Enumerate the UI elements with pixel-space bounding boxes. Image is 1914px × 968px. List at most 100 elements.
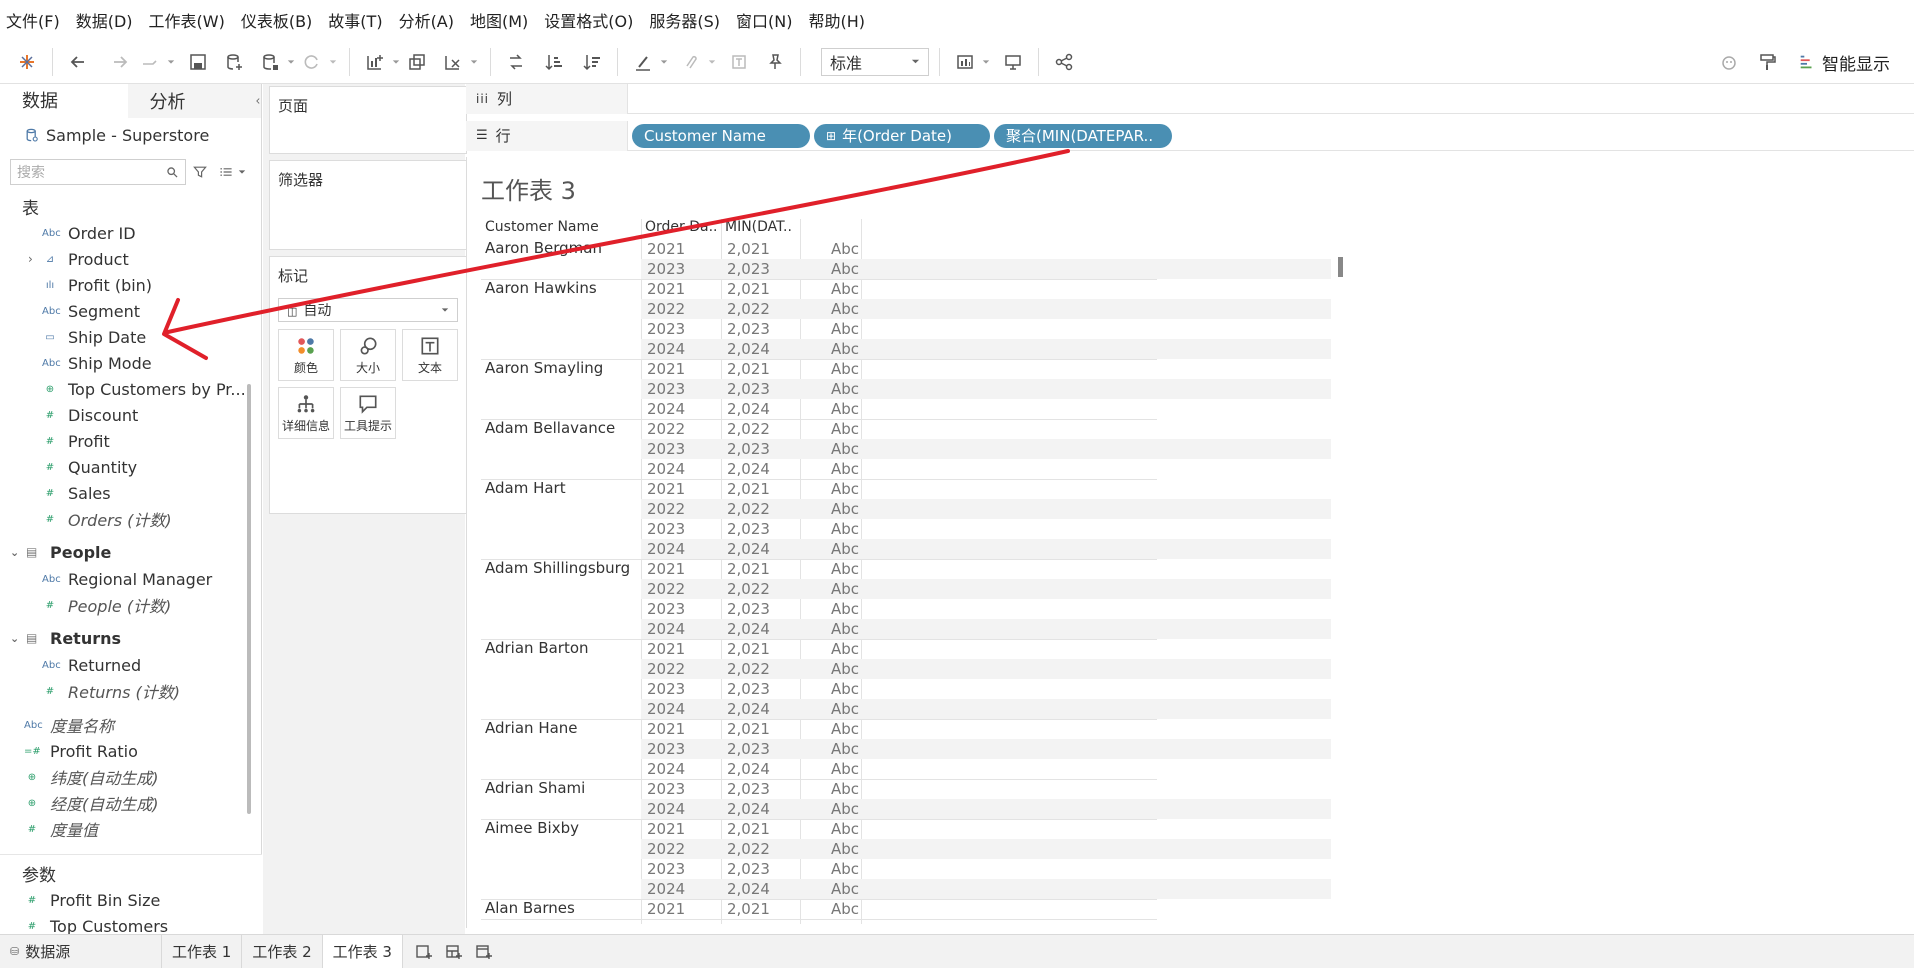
field-item[interactable]: Abc 度量名称 <box>0 712 261 738</box>
order-year-cell[interactable]: 2024 <box>647 540 685 558</box>
text-mark-cell[interactable]: Abc <box>831 580 859 598</box>
min-datepart-cell[interactable]: 2,023 <box>727 780 770 798</box>
chevron-right-icon[interactable]: › <box>28 252 33 266</box>
min-datepart-cell[interactable]: 2,022 <box>727 580 770 598</box>
customer-name-cell[interactable]: Aaron Bergman <box>485 239 602 257</box>
search-input[interactable]: 搜索 <box>10 159 186 185</box>
order-year-cell[interactable]: 2021 <box>647 720 685 738</box>
order-year-cell[interactable]: 2023 <box>647 740 685 758</box>
show-me-button[interactable]: 智能显示 <box>1798 47 1890 77</box>
order-year-cell[interactable]: 2023 <box>647 260 685 278</box>
field-item[interactable]: # 度量值 <box>0 816 261 842</box>
view-options-icon[interactable] <box>218 164 234 180</box>
min-datepart-cell[interactable]: 2,021 <box>727 560 770 578</box>
customer-name-cell[interactable]: Adam Shillingsburg <box>485 559 630 577</box>
min-datepart-cell[interactable]: 2,021 <box>727 820 770 838</box>
pill-year-order-date[interactable]: ⊞ 年(Order Date) <box>814 123 990 148</box>
min-datepart-cell[interactable]: 2,024 <box>727 800 770 818</box>
chevron-down-icon[interactable] <box>327 47 339 77</box>
tab-worksheet-3[interactable]: 工作表 3 <box>322 934 403 968</box>
field-item[interactable]: Abc Ship Mode <box>0 350 261 376</box>
order-year-cell[interactable]: 2024 <box>647 800 685 818</box>
text-mark-cell[interactable]: Abc <box>831 560 859 578</box>
menu-item-8[interactable]: 服务器(S) <box>649 8 720 32</box>
view-scrollbar[interactable] <box>1338 257 1343 277</box>
text-mark-cell[interactable]: Abc <box>831 400 859 418</box>
sort-descending-icon[interactable] <box>577 47 607 77</box>
order-year-cell[interactable]: 2021 <box>647 480 685 498</box>
min-datepart-cell[interactable]: 2,023 <box>727 260 770 278</box>
order-year-cell[interactable]: 2022 <box>647 420 685 438</box>
min-datepart-cell[interactable]: 2,024 <box>727 460 770 478</box>
field-item[interactable]: Abc Regional Manager <box>0 566 261 592</box>
datasource-tab[interactable]: ⛁ 数据源 <box>0 934 162 968</box>
customer-name-cell[interactable]: Alan Barnes <box>485 899 575 917</box>
highlight-icon[interactable] <box>628 47 658 77</box>
color-button[interactable]: 颜色 <box>278 329 334 381</box>
detail-button[interactable]: 详细信息 <box>278 387 334 439</box>
min-datepart-cell[interactable]: 2,021 <box>727 240 770 258</box>
order-year-cell[interactable]: 2023 <box>647 860 685 878</box>
min-datepart-cell[interactable]: 2,024 <box>727 400 770 418</box>
min-datepart-cell[interactable]: 2,022 <box>727 300 770 318</box>
min-datepart-cell[interactable]: 2,021 <box>727 480 770 498</box>
people-table-header[interactable]: ⌄ ▤ People <box>0 538 261 566</box>
field-item[interactable]: # Profit <box>0 428 261 454</box>
new-datasource-icon[interactable] <box>219 47 249 77</box>
customer-name-cell[interactable]: Adrian Barton <box>485 639 589 657</box>
min-datepart-cell[interactable]: 2,023 <box>727 680 770 698</box>
text-mark-cell[interactable]: Abc <box>831 280 859 298</box>
field-item[interactable]: Abc Order ID <box>0 220 261 246</box>
text-mark-cell[interactable]: Abc <box>831 820 859 838</box>
customer-name-cell[interactable]: Adam Bellavance <box>485 419 615 437</box>
show-mark-labels-icon[interactable] <box>724 47 754 77</box>
field-item[interactable]: Abc Returned <box>0 652 261 678</box>
save-icon[interactable] <box>183 47 213 77</box>
min-datepart-cell[interactable]: 2,022 <box>727 840 770 858</box>
text-mark-cell[interactable]: Abc <box>831 260 859 278</box>
tab-worksheet-2[interactable]: 工作表 2 <box>242 934 323 968</box>
text-mark-cell[interactable]: Abc <box>831 780 859 798</box>
text-mark-cell[interactable]: Abc <box>831 420 859 438</box>
text-mark-cell[interactable]: Abc <box>831 460 859 478</box>
order-year-cell[interactable]: 2024 <box>647 460 685 478</box>
min-datepart-cell[interactable]: 2,021 <box>727 900 770 918</box>
menu-item-4[interactable]: 故事(T) <box>328 8 382 32</box>
text-mark-cell[interactable]: Abc <box>831 720 859 738</box>
field-item[interactable]: # Orders (计数) <box>0 506 261 532</box>
min-datepart-cell[interactable]: 2,024 <box>727 700 770 718</box>
min-datepart-cell[interactable]: 2,021 <box>727 640 770 658</box>
field-item[interactable]: ⊕ Top Customers by Pr... <box>0 376 261 402</box>
pages-card[interactable]: 页面 <box>269 86 467 154</box>
min-datepart-cell[interactable]: 2,024 <box>727 620 770 638</box>
presentation-mode-icon[interactable] <box>998 47 1028 77</box>
min-datepart-cell[interactable]: 2,023 <box>727 600 770 618</box>
text-mark-cell[interactable]: Abc <box>831 900 859 918</box>
text-mark-cell[interactable]: Abc <box>831 660 859 678</box>
order-year-cell[interactable]: 2022 <box>647 840 685 858</box>
order-year-cell[interactable]: 2023 <box>647 440 685 458</box>
chevron-down-icon[interactable] <box>706 47 718 77</box>
order-year-cell[interactable]: 2023 <box>647 600 685 618</box>
field-item[interactable]: # Returns (计数) <box>0 678 261 704</box>
chevron-down-icon[interactable] <box>390 47 402 77</box>
duplicate-icon[interactable] <box>402 47 432 77</box>
field-item[interactable]: ılı Profit (bin) <box>0 272 261 298</box>
order-year-cell[interactable]: 2022 <box>647 660 685 678</box>
menu-item-3[interactable]: 仪表板(B) <box>241 8 312 32</box>
chevron-down-icon[interactable] <box>285 47 297 77</box>
chevron-down-icon[interactable] <box>238 168 246 176</box>
data-pane-scrollbar[interactable] <box>247 384 251 814</box>
column-header-customer-name[interactable]: Customer Name <box>485 219 599 239</box>
filters-card[interactable]: 筛选器 <box>269 160 467 250</box>
text-mark-cell[interactable]: Abc <box>831 320 859 338</box>
min-datepart-cell[interactable]: 2,023 <box>727 440 770 458</box>
chevron-down-icon[interactable] <box>165 47 177 77</box>
collapse-pane-button[interactable] <box>255 84 261 118</box>
share-icon[interactable] <box>1049 47 1079 77</box>
text-button[interactable]: 文本 <box>402 329 458 381</box>
order-year-cell[interactable]: 2021 <box>647 640 685 658</box>
show-cards-icon[interactable] <box>950 47 980 77</box>
text-mark-cell[interactable]: Abc <box>831 680 859 698</box>
filter-icon[interactable] <box>192 164 208 180</box>
